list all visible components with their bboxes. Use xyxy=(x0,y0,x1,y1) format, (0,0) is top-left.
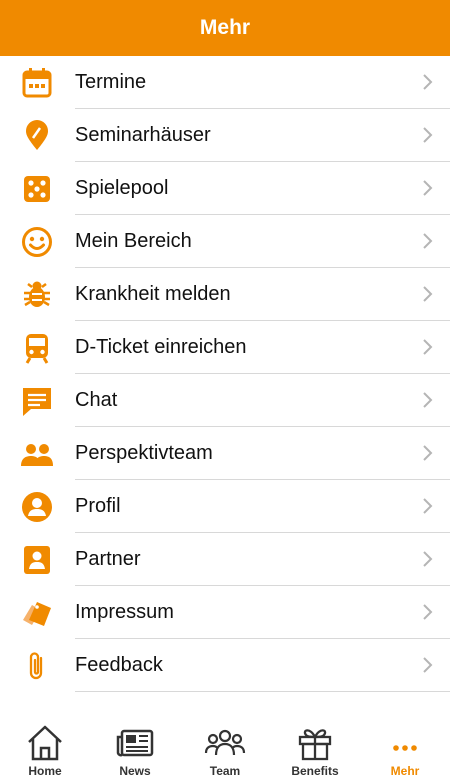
menu-item-krankheit-melden[interactable]: Krankheit melden xyxy=(0,268,450,321)
menu-item-label: Spielepool xyxy=(75,177,169,199)
menu-item-label: Krankheit melden xyxy=(75,283,231,305)
chevron-right-icon xyxy=(423,392,433,408)
menu-item-mein-bereich[interactable]: Mein Bereich xyxy=(0,215,450,268)
tab-news[interactable]: News xyxy=(90,716,180,779)
menu-item-seminarhaeuser[interactable]: Seminarhäuser xyxy=(0,109,450,162)
bottom-tab-bar: Home News Team Benefits Mehr xyxy=(0,716,450,779)
dice-icon xyxy=(18,172,56,206)
menu-item-label: Termine xyxy=(75,71,147,93)
menu-item-chat[interactable]: Chat xyxy=(0,374,450,427)
chevron-right-icon xyxy=(423,551,433,567)
menu-item-feedback[interactable]: Feedback xyxy=(0,639,450,692)
tab-label: News xyxy=(119,764,151,778)
chevron-right-icon xyxy=(423,233,433,249)
menu-item-label: Chat xyxy=(75,389,118,411)
page-title: Mehr xyxy=(199,16,251,39)
newspaper-icon xyxy=(116,729,154,757)
bug-icon xyxy=(18,278,56,312)
user-circle-icon xyxy=(18,490,56,524)
calendar-icon xyxy=(18,66,56,100)
menu-item-termine[interactable]: Termine xyxy=(0,56,450,109)
tab-label: Team xyxy=(209,764,241,778)
menu-item-perspektivteam[interactable]: Perspektivteam xyxy=(0,427,450,480)
menu-item-label: Mein Bereich xyxy=(75,230,192,252)
more-menu-list: Termine Seminarhäuser Spielepool Mein Be… xyxy=(0,56,450,692)
chevron-right-icon xyxy=(423,339,433,355)
menu-item-label: Profil xyxy=(75,495,121,517)
people-icon xyxy=(18,437,56,471)
chevron-right-icon xyxy=(423,498,433,514)
chevron-right-icon xyxy=(423,180,433,196)
chevron-right-icon xyxy=(423,74,433,90)
paperclip-icon xyxy=(18,649,56,683)
tags-icon xyxy=(18,596,56,630)
menu-item-label: D-Ticket einreichen xyxy=(75,336,247,358)
smiley-icon xyxy=(18,225,56,259)
gift-icon xyxy=(298,729,332,761)
menu-item-label: Perspektivteam xyxy=(75,442,213,464)
menu-item-label: Seminarhäuser xyxy=(75,124,211,146)
tab-home[interactable]: Home xyxy=(0,716,90,779)
menu-item-impressum[interactable]: Impressum xyxy=(0,586,450,639)
menu-item-label: Impressum xyxy=(75,601,174,623)
tab-mehr[interactable]: Mehr xyxy=(360,716,450,779)
menu-item-profil[interactable]: Profil xyxy=(0,480,450,533)
divider xyxy=(75,691,450,692)
more-dots-icon xyxy=(393,745,417,751)
contact-card-icon xyxy=(18,543,56,577)
menu-item-spielepool[interactable]: Spielepool xyxy=(0,162,450,215)
team-icon xyxy=(204,729,246,756)
menu-item-label: Partner xyxy=(75,548,141,570)
chevron-right-icon xyxy=(423,445,433,461)
map-pin-icon xyxy=(18,119,56,153)
chevron-right-icon xyxy=(423,286,433,302)
home-icon xyxy=(28,725,62,761)
chat-icon xyxy=(18,384,56,418)
menu-item-label: Feedback xyxy=(75,654,163,676)
tab-team[interactable]: Team xyxy=(180,716,270,779)
chevron-right-icon xyxy=(423,604,433,620)
tab-benefits[interactable]: Benefits xyxy=(270,716,360,779)
menu-item-partner[interactable]: Partner xyxy=(0,533,450,586)
train-icon xyxy=(18,331,56,365)
app-header: Mehr xyxy=(0,0,450,56)
tab-label: Home xyxy=(28,764,62,778)
tab-label: Benefits xyxy=(291,764,339,778)
menu-item-d-ticket-einreichen[interactable]: D-Ticket einreichen xyxy=(0,321,450,374)
chevron-right-icon xyxy=(423,127,433,143)
chevron-right-icon xyxy=(423,657,433,673)
tab-label: Mehr xyxy=(390,764,420,778)
